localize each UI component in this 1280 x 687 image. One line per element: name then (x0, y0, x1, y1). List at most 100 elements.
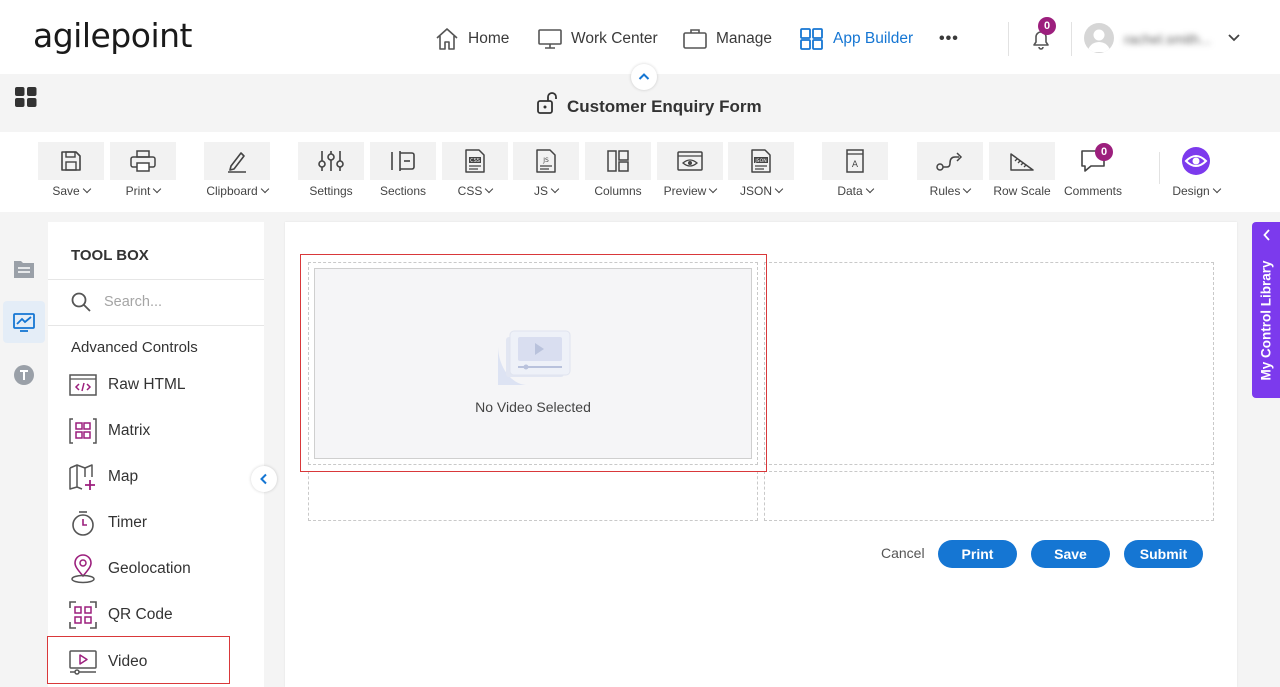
toolbar-rules[interactable]: Rules (917, 142, 983, 200)
home-icon (434, 27, 460, 51)
toolbar-data-label: Data (837, 184, 863, 198)
raw-html-icon (68, 370, 98, 400)
chevron-down-icon (485, 184, 494, 194)
toolbar-row-scale[interactable]: Row Scale (989, 142, 1055, 200)
chevron-down-icon (774, 184, 784, 194)
save-icon (59, 149, 83, 173)
toolbar-clipboard[interactable]: Clipboard (204, 142, 270, 200)
toolbar-save[interactable]: Save (38, 142, 104, 200)
toolbar-settings[interactable]: Settings (298, 142, 364, 200)
json-file-icon: JSON (750, 148, 772, 174)
toolbox-item-map[interactable]: Map (68, 461, 138, 493)
divider (1071, 22, 1072, 56)
search-icon (70, 291, 92, 313)
toolbar-js[interactable]: JS JS (513, 142, 579, 200)
qr-code-icon (68, 600, 98, 630)
columns-icon (606, 149, 630, 173)
search-input[interactable] (104, 294, 234, 310)
chevron-left-icon (260, 473, 267, 485)
rail-form-list[interactable] (3, 248, 45, 290)
more-menu-button[interactable]: ••• (939, 24, 959, 54)
theme-t-icon (13, 364, 35, 386)
app-grid-icon[interactable] (14, 86, 38, 108)
toolbox-item-geolocation[interactable]: Geolocation (68, 553, 191, 585)
collapse-header-button[interactable] (631, 64, 657, 90)
chevron-down-icon (260, 184, 269, 194)
toolbox-section-title: Advanced Controls (71, 339, 198, 356)
nav-work-center[interactable]: Work Center (537, 24, 658, 54)
divider (48, 279, 264, 280)
rules-icon (935, 149, 965, 173)
top-nav-bar: agilepoint Home Work Center Manage App B… (0, 0, 1280, 74)
rail-themes[interactable] (3, 354, 45, 396)
toolbox-panel: TOOL BOX Advanced Controls Raw HTML Matr… (48, 222, 264, 687)
map-icon (68, 462, 98, 492)
avatar[interactable] (1084, 23, 1114, 53)
chart-monitor-icon (12, 311, 36, 333)
form-cell-2[interactable] (764, 262, 1214, 465)
toolbar-print[interactable]: Print (110, 142, 176, 200)
nav-app-builder[interactable]: App Builder (799, 24, 913, 54)
toolbox-search[interactable] (70, 291, 234, 313)
collapse-toolbox-button[interactable] (251, 466, 277, 492)
toolbar-css[interactable]: CSS CSS (442, 142, 508, 200)
nav-home[interactable]: Home (434, 24, 509, 54)
video-control-highlight (300, 254, 767, 472)
rail-toolbox[interactable] (3, 301, 45, 343)
submit-button[interactable]: Submit (1124, 540, 1203, 568)
printer-icon (129, 149, 157, 173)
design-eye-icon (1181, 146, 1211, 176)
sections-icon (389, 149, 417, 173)
user-menu-chevron-icon[interactable] (1227, 30, 1241, 44)
cancel-button[interactable]: Cancel (881, 545, 925, 561)
toolbar-preview[interactable]: Preview (657, 142, 723, 200)
toolbar-json[interactable]: JSON JSON (728, 142, 794, 200)
form-cell-4[interactable] (764, 471, 1214, 521)
comments-badge: 0 (1095, 143, 1113, 161)
toolbar-design[interactable]: Design (1163, 142, 1229, 200)
toolbar-data[interactable]: A Data (822, 142, 888, 200)
chevron-down-icon (709, 184, 718, 194)
save-button[interactable]: Save (1031, 540, 1110, 568)
monitor-icon (537, 27, 563, 51)
divider (1159, 152, 1160, 184)
print-button[interactable]: Print (938, 540, 1017, 568)
toolbar-js-label: JS (533, 184, 548, 198)
toolbar-rules-label: Rules (929, 184, 961, 198)
chevron-down-icon (550, 184, 560, 194)
toolbar-settings-label: Settings (309, 184, 353, 198)
toolbar-preview-label: Preview (663, 184, 707, 198)
toolbox-title: TOOL BOX (71, 247, 149, 264)
toolbox-item-label: Matrix (108, 422, 151, 439)
briefcase-icon (682, 27, 708, 51)
form-cell-3[interactable] (308, 471, 758, 521)
toolbox-item-label: Map (108, 468, 139, 485)
pencil-icon (225, 149, 249, 173)
toolbar-columns-label: Columns (594, 184, 642, 198)
agilepoint-logo[interactable]: agilepoint (33, 14, 192, 58)
app-builder-icon (799, 27, 825, 51)
nav-manage[interactable]: Manage (682, 24, 772, 54)
toolbox-item-label: Geolocation (108, 560, 191, 577)
js-file-icon: JS (535, 148, 557, 174)
user-name[interactable]: rachel.smith... (1124, 31, 1211, 47)
nav-manage-label: Manage (716, 30, 773, 47)
data-file-icon: A (844, 148, 866, 174)
toolbar-sections[interactable]: Sections (370, 142, 436, 200)
designer-toolbar: Save Print Clipboard Settings Sections C… (0, 132, 1280, 212)
my-control-library-label: My Control Library (1258, 259, 1274, 381)
chevron-down-icon (963, 184, 972, 194)
toolbar-columns[interactable]: Columns (585, 142, 651, 200)
toolbar-print-label: Print (125, 184, 151, 198)
toolbox-item-raw-html[interactable]: Raw HTML (68, 369, 186, 401)
toolbox-item-qr-code[interactable]: QR Code (68, 599, 173, 631)
matrix-icon (68, 416, 98, 446)
svg-text:CSS: CSS (470, 158, 480, 164)
toolbar-comments[interactable]: Comments (1060, 142, 1126, 200)
toolbox-item-label: QR Code (108, 606, 173, 623)
toolbox-item-matrix[interactable]: Matrix (68, 415, 150, 447)
divider (48, 325, 264, 326)
chevron-down-icon (1212, 184, 1221, 194)
toolbar-row-scale-label: Row Scale (993, 184, 1051, 198)
toolbox-item-timer[interactable]: Timer (68, 507, 147, 539)
